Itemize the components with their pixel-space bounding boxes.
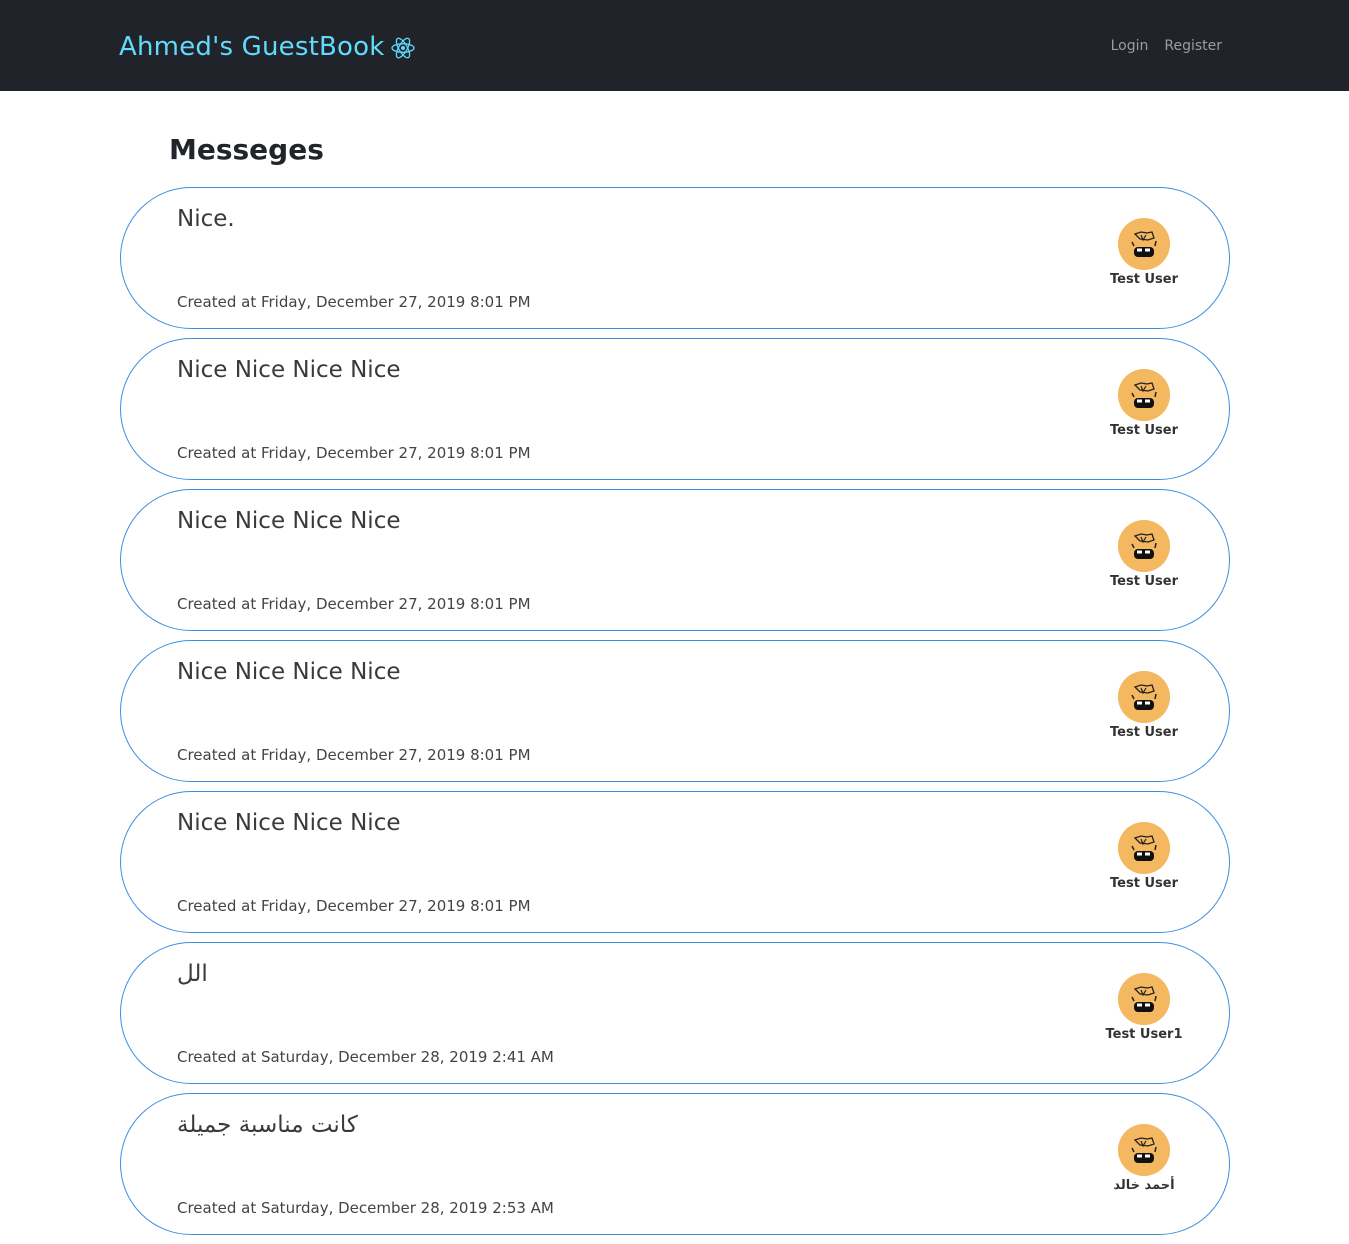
author-name: Test User (1110, 574, 1178, 589)
avatar-icon (1118, 973, 1170, 1025)
message-author: Test User (1099, 671, 1189, 740)
brand-title: Ahmed's GuestBook (119, 32, 385, 62)
avatar-icon (1118, 520, 1170, 572)
brand-link[interactable]: Ahmed's GuestBook (119, 31, 416, 63)
message-date: Created at Friday, December 27, 2019 8:0… (177, 293, 531, 311)
avatar-icon (1118, 671, 1170, 723)
message-date: Created at Friday, December 27, 2019 8:0… (177, 746, 531, 764)
message-card: الل Created at Saturday, December 28, 20… (120, 942, 1230, 1084)
message-card: Nice Nice Nice Nice Created at Friday, D… (120, 489, 1230, 631)
message-author: Test User1 (1099, 973, 1189, 1042)
message-text: الل (177, 961, 208, 987)
message-text: Nice. (177, 206, 235, 232)
message-text: Nice Nice Nice Nice (177, 810, 401, 836)
message-card: Nice Nice Nice Nice Created at Friday, D… (120, 338, 1230, 480)
message-date: Created at Friday, December 27, 2019 8:0… (177, 595, 531, 613)
message-list: Nice. Created at Friday, December 27, 20… (120, 187, 1230, 1244)
author-name: Test User1 (1105, 1027, 1183, 1042)
avatar-icon (1118, 369, 1170, 421)
author-name: Test User (1110, 725, 1178, 740)
message-author: Test User (1099, 369, 1189, 438)
author-name: Test User (1110, 876, 1178, 891)
message-date: Created at Friday, December 27, 2019 8:0… (177, 897, 531, 915)
message-text: Nice Nice Nice Nice (177, 357, 401, 383)
message-author: Test User (1099, 520, 1189, 589)
message-card: Nice. Created at Friday, December 27, 20… (120, 187, 1230, 329)
react-atom-icon (390, 37, 415, 59)
message-date: Created at Friday, December 27, 2019 8:0… (177, 444, 531, 462)
register-link[interactable]: Register (1164, 38, 1222, 54)
message-author: أحمد خالد (1099, 1124, 1189, 1193)
message-card: Nice Nice Nice Nice Created at Friday, D… (120, 791, 1230, 933)
message-text: Nice Nice Nice Nice (177, 508, 401, 534)
author-name: Test User (1110, 423, 1178, 438)
message-date: Created at Saturday, December 28, 2019 2… (177, 1048, 554, 1066)
navbar: Ahmed's GuestBook Login Register (0, 0, 1349, 91)
message-text: Nice Nice Nice Nice (177, 659, 401, 685)
page-title: Messeges (169, 133, 324, 166)
author-name: Test User (1110, 272, 1178, 287)
message-card: Nice Nice Nice Nice Created at Friday, D… (120, 640, 1230, 782)
login-link[interactable]: Login (1111, 38, 1149, 54)
avatar-icon (1118, 218, 1170, 270)
avatar-icon (1118, 1124, 1170, 1176)
message-text: كانت مناسبة جميلة (177, 1112, 358, 1138)
message-date: Created at Saturday, December 28, 2019 2… (177, 1199, 554, 1217)
author-name: أحمد خالد (1113, 1178, 1175, 1193)
message-card: كانت مناسبة جميلة Created at Saturday, D… (120, 1093, 1230, 1235)
message-author: Test User (1099, 822, 1189, 891)
message-author: Test User (1099, 218, 1189, 287)
nav-links: Login Register (1111, 38, 1222, 54)
avatar-icon (1118, 822, 1170, 874)
